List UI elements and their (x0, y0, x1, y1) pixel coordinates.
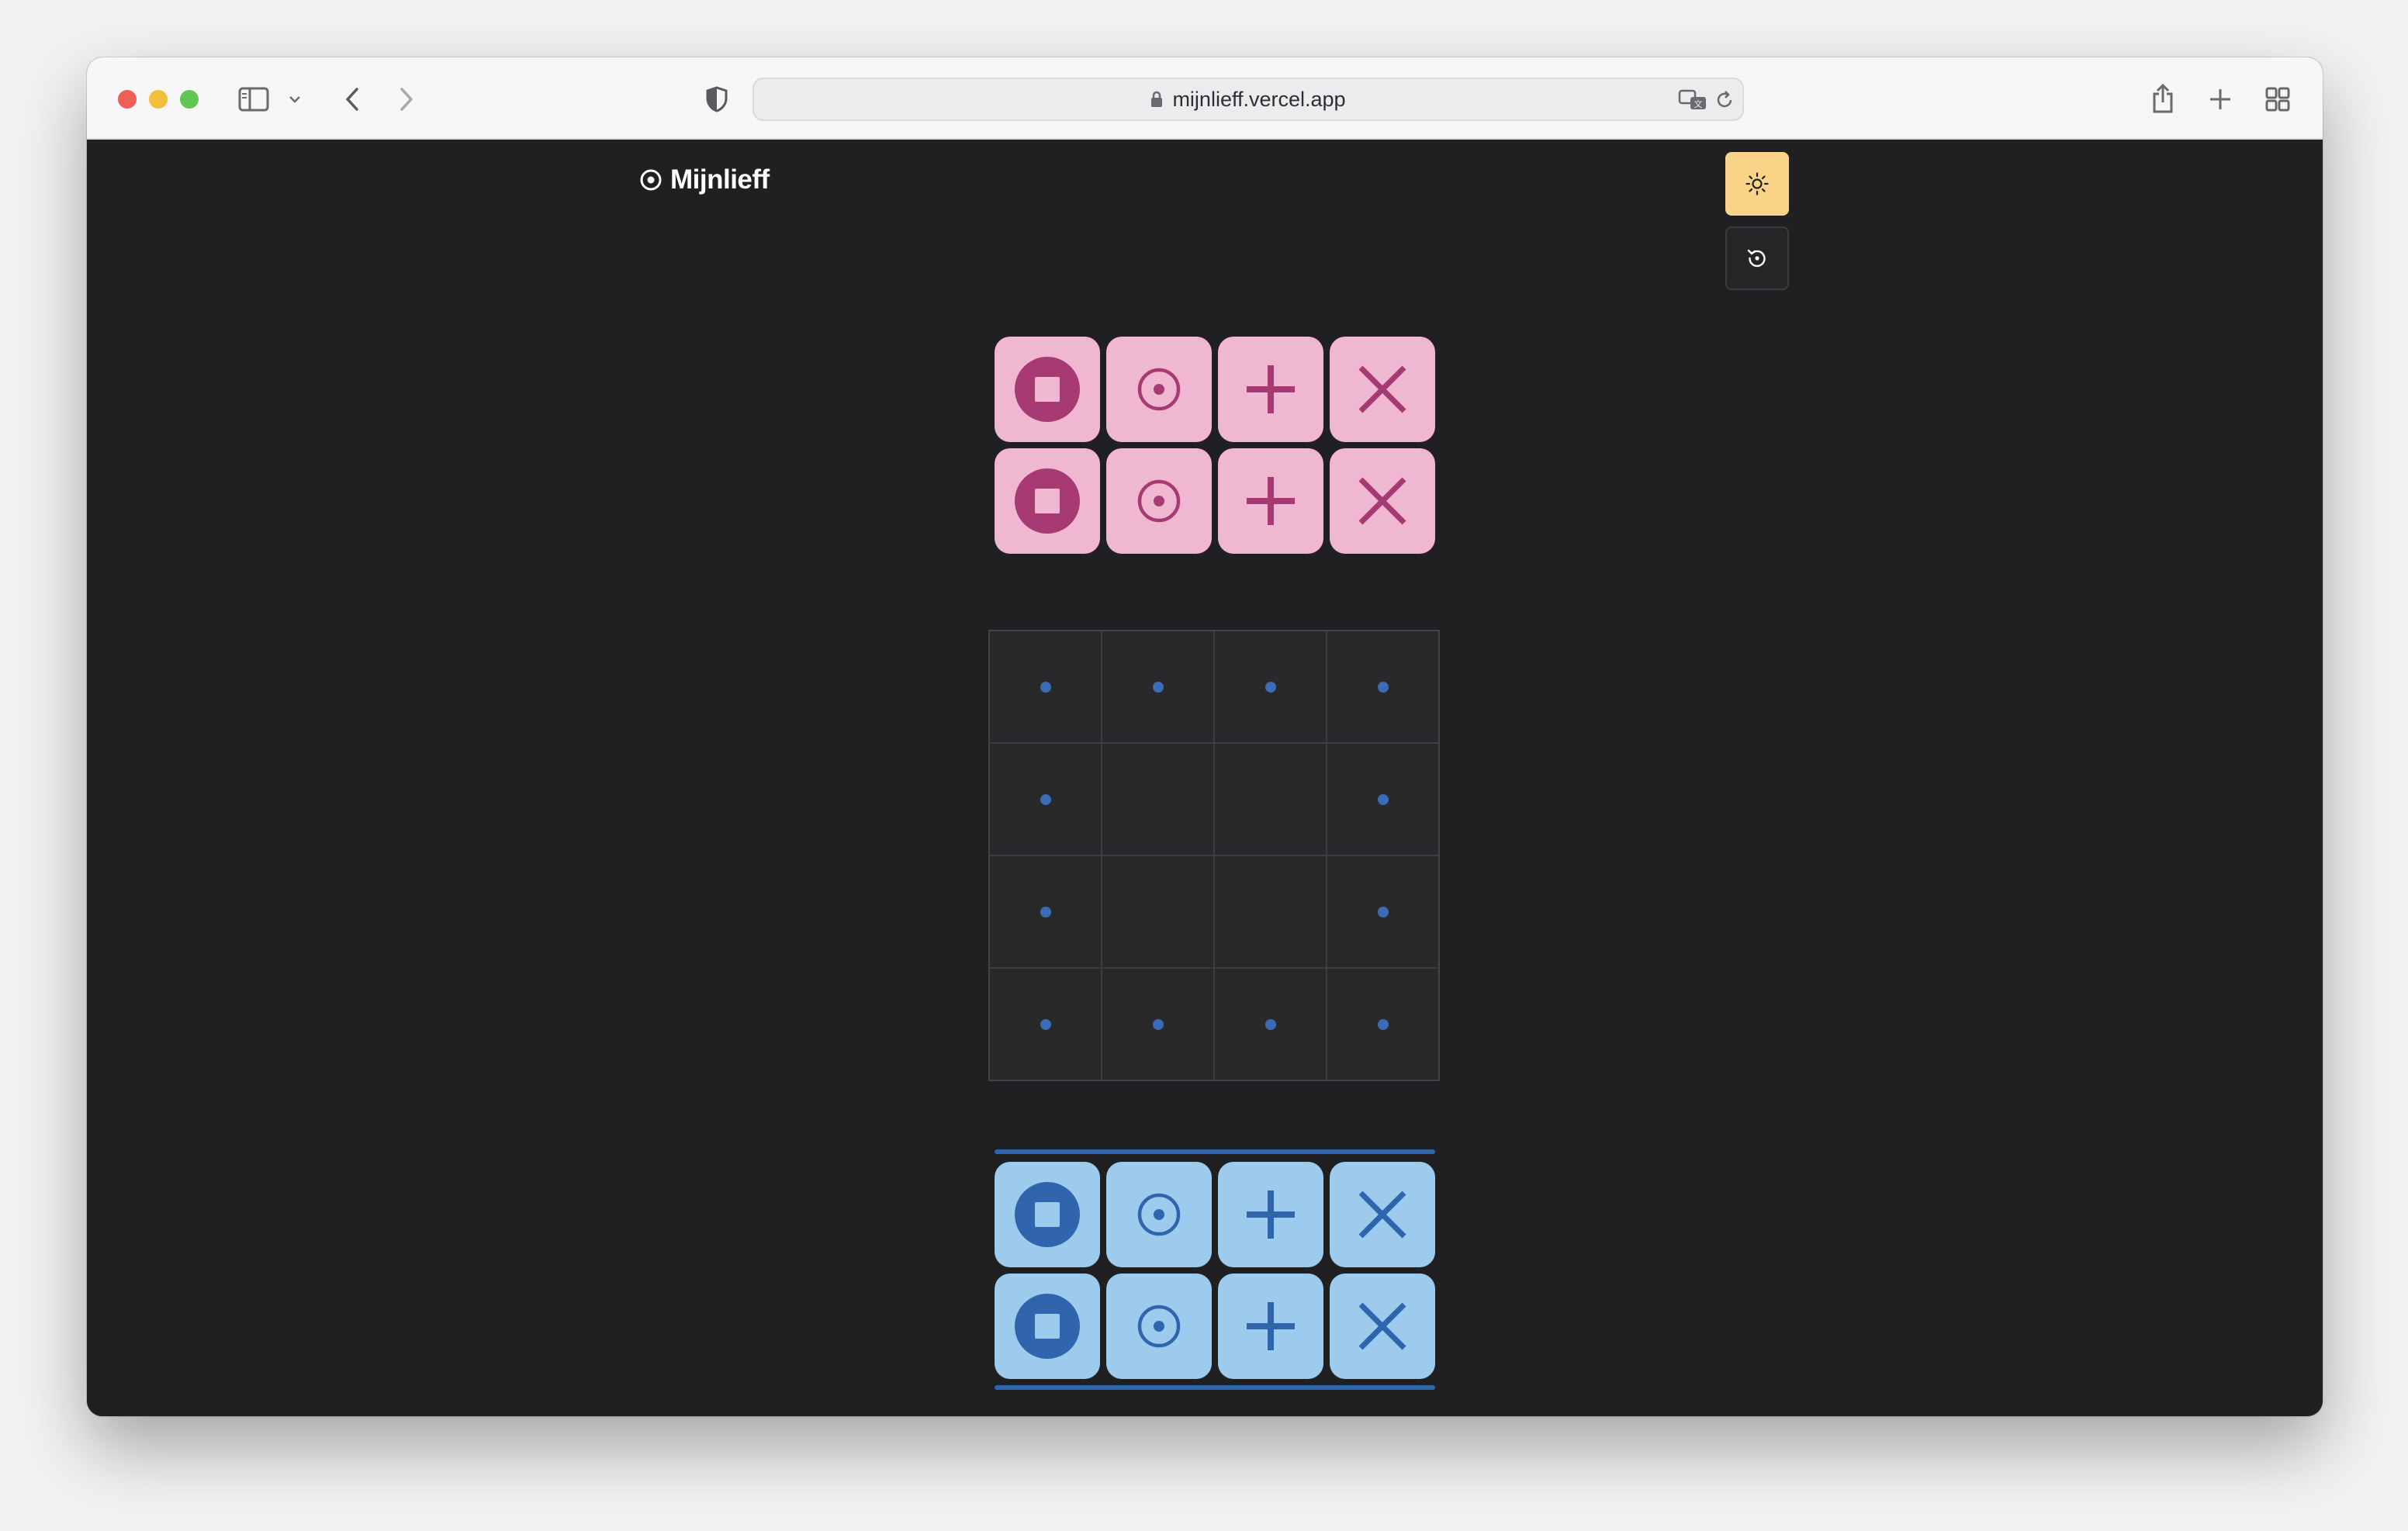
plus-icon (1244, 1187, 1298, 1242)
active-turn-indicator-bottom (995, 1385, 1435, 1390)
circle-square-icon (1013, 1180, 1081, 1249)
valid-move-dot (1040, 1018, 1051, 1030)
top-player-pieces (995, 337, 1435, 554)
x-icon (1356, 363, 1409, 416)
chevron-down-icon[interactable] (285, 88, 304, 110)
board-cell[interactable] (1102, 855, 1214, 968)
maximize-window-button[interactable] (180, 90, 199, 109)
valid-move-dot (1265, 681, 1276, 693)
plus-icon (1244, 1299, 1298, 1353)
valid-move-dot (1040, 793, 1051, 805)
valid-move-dot (1377, 681, 1389, 693)
x-icon (1356, 475, 1409, 527)
bottom-player-piece[interactable] (1106, 1274, 1212, 1379)
board-cell[interactable] (1214, 631, 1327, 743)
board-cell[interactable] (1214, 743, 1327, 855)
valid-move-dot (1265, 1018, 1276, 1030)
target-icon (640, 169, 662, 191)
board-cell[interactable] (1214, 855, 1327, 968)
url-text: mijnlieff.vercel.app (1172, 87, 1346, 111)
share-icon[interactable] (2147, 79, 2178, 118)
minimize-window-button[interactable] (149, 90, 168, 109)
valid-move-dot (1040, 906, 1051, 918)
reset-game-button[interactable] (1725, 226, 1789, 290)
target-icon (1136, 1303, 1182, 1350)
board-cell[interactable] (1327, 743, 1439, 855)
target-icon (1136, 478, 1182, 524)
bottom-player-piece[interactable] (1330, 1274, 1435, 1379)
address-bar[interactable]: mijnlieff.vercel.app 文 (752, 78, 1744, 121)
circle-square-icon (1013, 355, 1081, 423)
top-player-piece[interactable] (995, 337, 1100, 442)
board-cell[interactable] (989, 855, 1102, 968)
browser-toolbar: mijnlieff.vercel.app 文 (87, 57, 2323, 140)
svg-text:文: 文 (1694, 98, 1703, 109)
board-cell[interactable] (1102, 631, 1214, 743)
reload-icon[interactable] (1713, 88, 1736, 112)
plus-icon (1244, 362, 1298, 416)
valid-move-dot (1377, 793, 1389, 805)
bottom-player-piece[interactable] (995, 1274, 1100, 1379)
bottom-player-piece[interactable] (1218, 1162, 1323, 1267)
top-player-piece[interactable] (1106, 448, 1212, 554)
board-cell[interactable] (1214, 968, 1327, 1080)
browser-window: mijnlieff.vercel.app 文 Mijnlieff (87, 57, 2323, 1416)
sun-icon (1745, 172, 1769, 195)
target-icon (1136, 366, 1182, 413)
tab-overview-icon[interactable] (2262, 82, 2293, 116)
valid-move-dot (1377, 906, 1389, 918)
circle-square-icon (1013, 1292, 1081, 1360)
x-icon (1356, 1300, 1409, 1353)
top-player-piece[interactable] (1330, 448, 1435, 554)
bottom-player-piece[interactable] (1330, 1162, 1435, 1267)
rotate-icon (1747, 249, 1766, 268)
top-player-piece[interactable] (995, 448, 1100, 554)
circle-square-icon (1013, 467, 1081, 535)
forward-icon[interactable] (391, 82, 422, 116)
bottom-player-piece[interactable] (1218, 1274, 1323, 1379)
new-tab-icon[interactable] (2205, 82, 2236, 116)
top-player-piece[interactable] (1218, 337, 1323, 442)
back-icon[interactable] (337, 82, 368, 116)
logo-text: Mijnlieff (670, 164, 770, 195)
top-player-piece[interactable] (1330, 337, 1435, 442)
sidebar-toggle-icon[interactable] (237, 84, 270, 115)
board-cell[interactable] (1327, 855, 1439, 968)
theme-toggle-button[interactable] (1725, 152, 1789, 216)
board-cell[interactable] (1327, 968, 1439, 1080)
valid-move-dot (1152, 1018, 1164, 1030)
board-cell[interactable] (1102, 743, 1214, 855)
active-turn-indicator-top (995, 1149, 1435, 1154)
bottom-player-pieces (995, 1162, 1435, 1379)
board-cell[interactable] (989, 968, 1102, 1080)
x-icon (1356, 1188, 1409, 1241)
target-icon (1136, 1191, 1182, 1238)
valid-move-dot (1377, 1018, 1389, 1030)
game-board (988, 630, 1440, 1081)
board-cell[interactable] (1327, 631, 1439, 743)
board-cell[interactable] (1102, 968, 1214, 1080)
valid-move-dot (1152, 681, 1164, 693)
valid-move-dot (1040, 681, 1051, 693)
page-content: Mijnlieff (87, 140, 2323, 1416)
top-player-piece[interactable] (1218, 448, 1323, 554)
plus-icon (1244, 474, 1298, 528)
bottom-player-piece[interactable] (1106, 1162, 1212, 1267)
top-player-piece[interactable] (1106, 337, 1212, 442)
lock-icon (1151, 91, 1163, 107)
app-logo[interactable]: Mijnlieff (639, 164, 770, 195)
privacy-shield-icon[interactable] (701, 82, 732, 116)
bottom-player-piece[interactable] (995, 1162, 1100, 1267)
translate-icon[interactable]: 文 (1677, 88, 1708, 112)
board-cell[interactable] (989, 631, 1102, 743)
close-window-button[interactable] (118, 90, 137, 109)
board-cell[interactable] (989, 743, 1102, 855)
